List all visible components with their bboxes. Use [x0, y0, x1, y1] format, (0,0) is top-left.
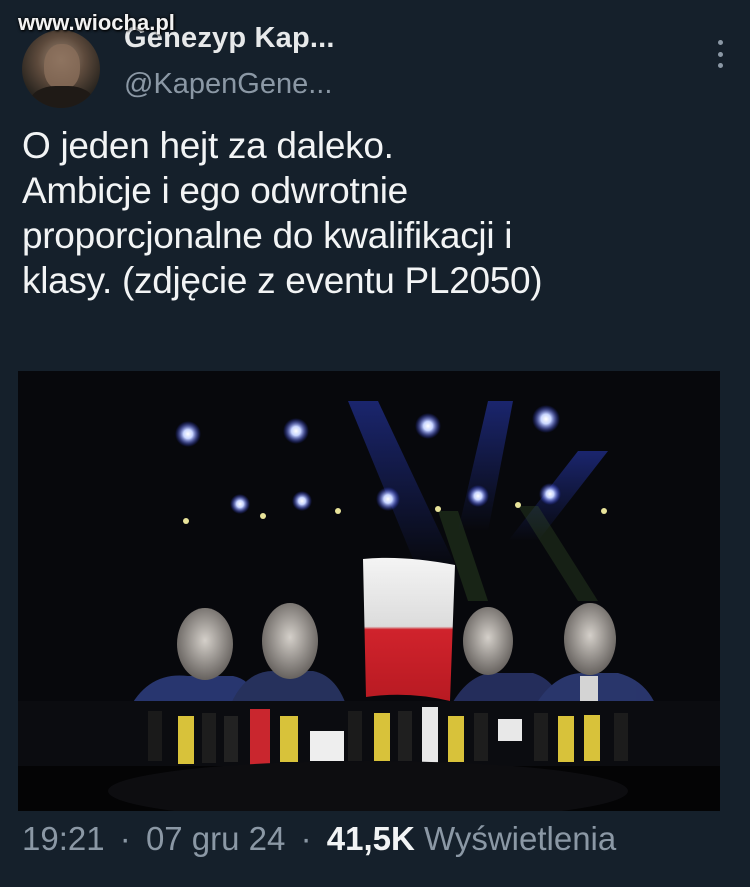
tweet-line: Ambicje i ego odwrotnie	[22, 170, 408, 211]
tweet-text: O jeden hejt za daleko. Ambicje i ego od…	[22, 123, 722, 303]
watermark: www.wiocha.pl	[18, 10, 175, 35]
views-count: 41,5K	[326, 820, 415, 857]
tweet-line: O jeden hejt za daleko.	[22, 125, 394, 166]
tweet-date[interactable]: 07 gru 24	[146, 820, 285, 857]
user-handle[interactable]: @KapenGene...	[124, 68, 332, 101]
more-vertical-icon[interactable]	[714, 40, 726, 68]
event-photo	[18, 371, 720, 811]
tweet-meta: 19:21 · 07 gru 24 · 41,5K Wyświetlenia	[22, 820, 616, 858]
separator: ·	[300, 820, 312, 857]
views-label[interactable]: Wyświetlenia	[424, 820, 616, 857]
avatar[interactable]	[22, 30, 100, 108]
tweet-line: klasy. (zdjęcie z eventu PL2050)	[22, 260, 543, 301]
tweet-time[interactable]: 19:21	[22, 820, 105, 857]
tweet-line: proporcjonalne do kwalifikacji i	[22, 215, 513, 256]
tweet-media-image[interactable]	[18, 371, 720, 811]
separator: ·	[119, 820, 131, 857]
